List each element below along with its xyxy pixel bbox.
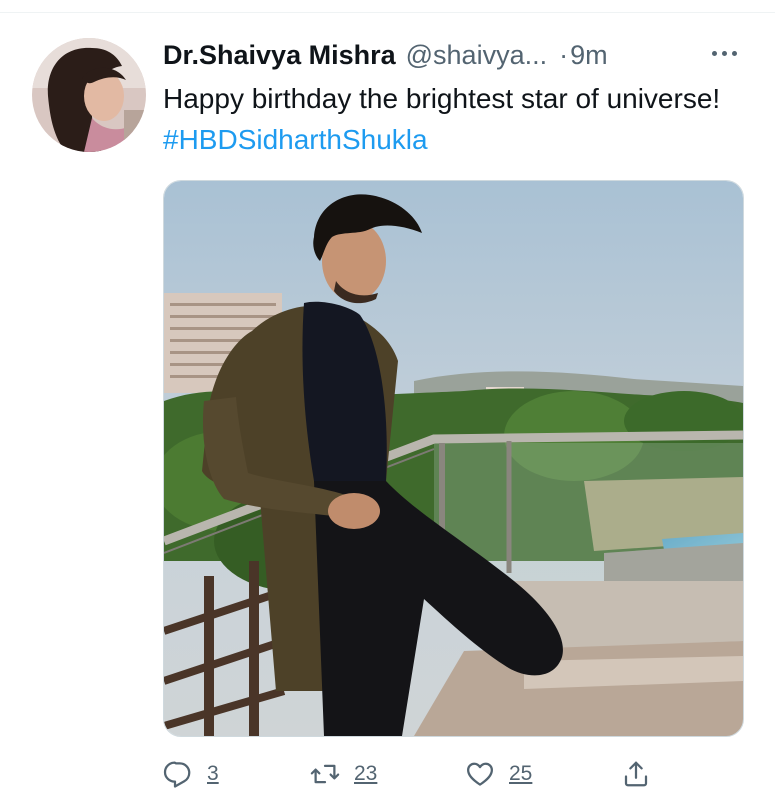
tweet-text: Happy birthday the brightest star of uni…: [163, 78, 743, 160]
avatar[interactable]: [32, 38, 146, 152]
reply-count: 3: [207, 762, 219, 785]
like-button[interactable]: 25: [465, 756, 532, 792]
heart-icon: [467, 762, 493, 786]
author-handle[interactable]: @shaivya...: [406, 40, 547, 71]
retweet-count: 23: [354, 762, 378, 785]
retweet-icon: [310, 764, 340, 784]
author-display-name[interactable]: Dr.Shaivya Mishra: [163, 40, 396, 71]
share-button[interactable]: [621, 756, 651, 792]
top-divider: [0, 12, 775, 13]
tweet-media-image[interactable]: [163, 180, 744, 737]
tweet-header: Dr.Shaivya Mishra @shaivya... · 9m: [163, 38, 608, 72]
tweet-actions: 3 23 25: [163, 756, 663, 792]
more-horizontal-icon: [711, 50, 737, 56]
more-options-button[interactable]: [704, 40, 744, 66]
separator-dot: ·: [559, 39, 569, 70]
share-icon: [624, 761, 648, 787]
tweet-timestamp[interactable]: 9m: [570, 40, 608, 71]
reply-icon: [163, 761, 191, 788]
retweet-button[interactable]: 23: [310, 756, 377, 792]
tweet-body: Happy birthday the brightest star of uni…: [163, 83, 721, 114]
reply-button[interactable]: 3: [163, 756, 219, 792]
like-count: 25: [509, 762, 533, 785]
hashtag-link[interactable]: #HBDSidharthShukla: [163, 124, 428, 155]
